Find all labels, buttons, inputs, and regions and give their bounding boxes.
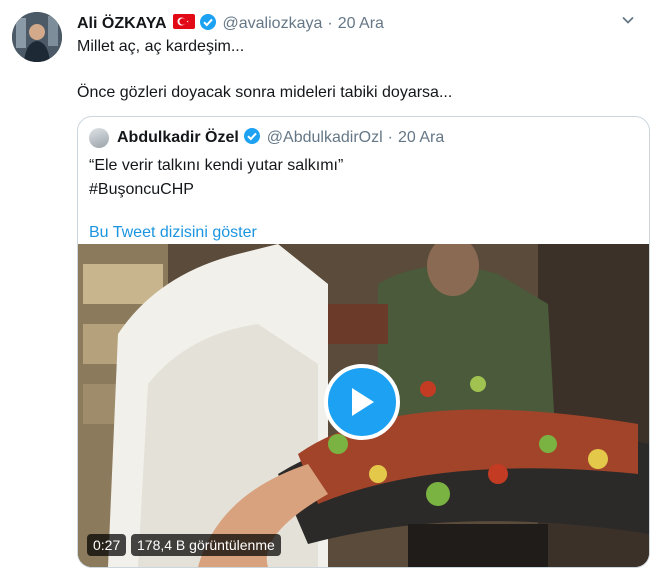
separator-dot: · (387, 129, 393, 146)
avatar[interactable] (12, 12, 62, 62)
quoted-author-handle: @AbdulkadirOzl (266, 129, 383, 146)
quoted-date: 20 Ara (397, 129, 445, 146)
quoted-tweet[interactable]: Abdulkadir Özel @AbdulkadirOzl · 20 Ara … (77, 116, 650, 568)
tweet-header: Ali ÖZKAYA @avaliozkaya · 20 Ara (77, 13, 384, 35)
quoted-tweet-header: Abdulkadir Özel @AbdulkadirOzl · 20 Ara (89, 127, 444, 149)
author-name[interactable]: Ali ÖZKAYA (77, 15, 167, 33)
verified-badge-icon (199, 13, 217, 36)
quoted-author-name: Abdulkadir Özel (117, 129, 239, 146)
video-duration-badge: 0:27 (87, 534, 127, 556)
chevron-down-icon[interactable] (621, 13, 635, 32)
video-player[interactable]: 0:27 178,4 B görüntülenme (78, 244, 649, 567)
tweet-date[interactable]: 20 Ara (338, 15, 384, 33)
play-icon (352, 388, 374, 416)
tweet-text-line2: Önce gözleri doyacak sonra mideleri tabi… (77, 84, 453, 101)
verified-badge-icon (243, 127, 261, 150)
separator-dot: · (327, 15, 333, 32)
quoted-text-line1: “Ele verir talkını kendi yutar salkımı” (89, 157, 344, 174)
author-handle[interactable]: @avaliozkaya (223, 15, 323, 33)
tweet-text-line1: Millet aç, aç kardeşim... (77, 38, 245, 55)
play-button[interactable] (324, 364, 400, 440)
show-thread-link[interactable]: Bu Tweet dizisini göster (89, 224, 257, 242)
turkey-flag-icon (172, 14, 195, 34)
quoted-avatar (89, 128, 109, 148)
video-views-badge: 178,4 B görüntülenme (131, 534, 281, 556)
quoted-text-line2[interactable]: #BuşoncuCHP (89, 181, 194, 199)
